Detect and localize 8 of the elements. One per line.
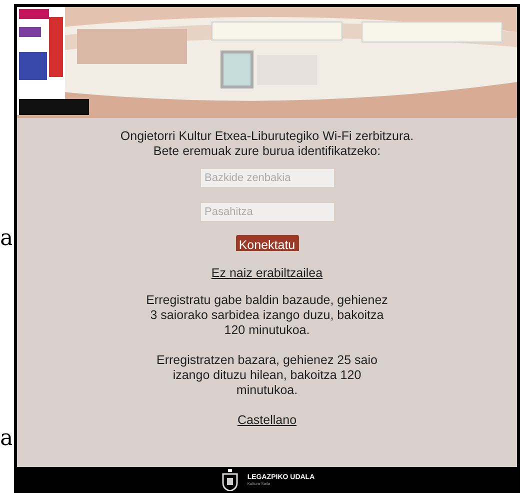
language-link[interactable]: Castellano bbox=[237, 413, 297, 428]
connect-button[interactable]: Konektatu bbox=[236, 235, 298, 251]
guest-link[interactable]: Ez naiz erabiltzailea bbox=[211, 266, 323, 281]
welcome-text: Ongietorri Kultur Etxea-Liburutegiko Wi-Fi zerbitzura. Bete eremuak zure burua identifikatzeko: bbox=[119, 129, 415, 159]
input-field[interactable]: Pasahitza bbox=[200, 203, 334, 221]
input-field[interactable]: Bazkide zenbakia bbox=[200, 169, 334, 187]
info-paragraph: Erregistratzen bazara, gehienez 25 saio izango dituzu hilean, bakoitza 120 minutukoa. bbox=[156, 353, 378, 398]
info-paragraph: Erregistratu gabe baldin bazaude, gehienez 3 saiorako sarbidea izango duzu, bakoitza 120 minutukoa. bbox=[145, 293, 389, 338]
